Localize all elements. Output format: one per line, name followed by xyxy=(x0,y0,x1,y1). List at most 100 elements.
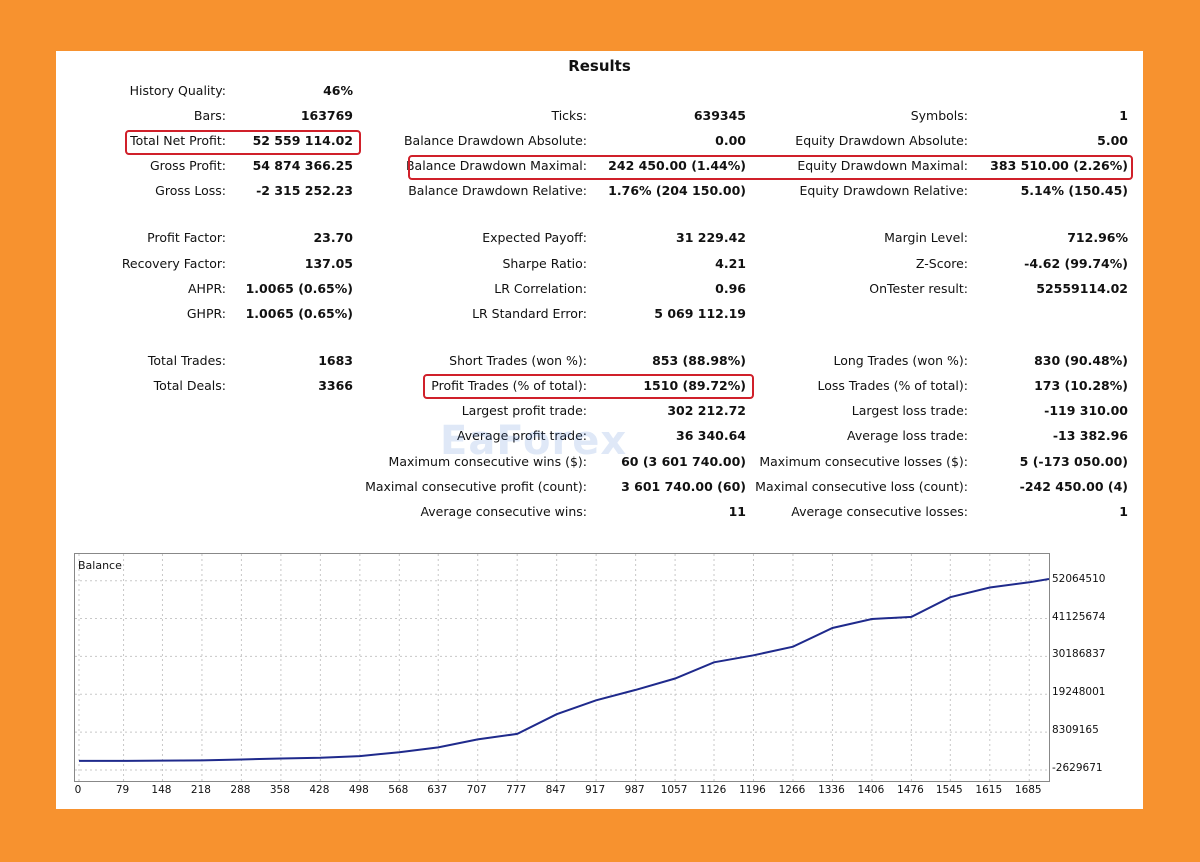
col3-value: 173 (10.28%) xyxy=(1034,378,1128,393)
y-tick-label: 19248001 xyxy=(1052,686,1106,699)
col3-label: Maximum consecutive losses ($): xyxy=(759,454,968,469)
col3-value: 830 (90.48%) xyxy=(1034,353,1128,368)
col1-label: GHPR: xyxy=(186,306,226,321)
col1-value: 1.0065 (0.65%) xyxy=(245,306,353,321)
highlight-total-net-profit xyxy=(125,130,361,155)
col3-label: Largest loss trade: xyxy=(851,403,968,418)
balance-chart-svg xyxy=(75,554,1049,781)
col1-label: Total Trades: xyxy=(147,353,226,368)
chart-title: Balance xyxy=(78,559,122,572)
x-tick-label: 1196 xyxy=(739,784,766,796)
col2-label: LR Correlation: xyxy=(494,281,587,296)
x-tick-label: 1615 xyxy=(975,784,1003,796)
x-tick-label: 987 xyxy=(624,784,645,796)
col3-label: Z-Score: xyxy=(915,256,968,271)
col3-label: Equity Drawdown Absolute: xyxy=(795,133,968,148)
screen: { "report": { "title": "Results", "col1"… xyxy=(0,0,1200,862)
col3-value: -242 450.00 (4) xyxy=(1019,479,1128,494)
col2-value: 4.21 xyxy=(715,256,746,271)
x-tick-label: 917 xyxy=(585,784,606,796)
col1-label: Bars: xyxy=(193,108,226,123)
col2-value: 3 601 740.00 (60) xyxy=(621,479,746,494)
x-tick-label: 1336 xyxy=(818,784,845,796)
col3-label: Loss Trades (% of total): xyxy=(817,378,968,393)
y-tick-label: 8309165 xyxy=(1052,724,1099,737)
col1-label: History Quality: xyxy=(129,83,226,98)
col2-label: Balance Drawdown Absolute: xyxy=(403,133,587,148)
col3-label: Average consecutive losses: xyxy=(791,504,968,519)
x-tick-label: 79 xyxy=(115,784,130,796)
col2-label: Ticks: xyxy=(551,108,587,123)
col1-value: 1683 xyxy=(318,353,353,368)
col2-value: 60 (3 601 740.00) xyxy=(621,454,746,469)
col2-label: Average consecutive wins: xyxy=(420,504,587,519)
balance-series-line xyxy=(79,578,1049,762)
col3-label: Margin Level: xyxy=(884,230,968,245)
col3-label: Long Trades (won %): xyxy=(833,353,968,368)
x-tick-label: 777 xyxy=(506,784,527,796)
x-tick-label: 1406 xyxy=(857,784,885,796)
x-tick-label: 707 xyxy=(466,784,487,796)
col1-label: Gross Loss: xyxy=(155,183,226,198)
col2-label: Balance Drawdown Relative: xyxy=(408,183,587,198)
col3-value: 52559114.02 xyxy=(1036,281,1128,296)
highlight-balance-drawdown-maximal xyxy=(408,155,1133,180)
col3-value: 5 (-173 050.00) xyxy=(1019,454,1128,469)
x-tick-label: 1545 xyxy=(935,784,963,796)
col3-value: -13 382.96 xyxy=(1052,428,1128,443)
x-tick-label: 568 xyxy=(388,784,409,796)
col3-label: Symbols: xyxy=(910,108,968,123)
x-tick-label: 428 xyxy=(309,784,330,796)
col1-value: 46% xyxy=(323,83,353,98)
col2-label: Short Trades (won %): xyxy=(449,353,587,368)
col1-value: 54 874 366.25 xyxy=(252,158,353,173)
x-tick-label: 1126 xyxy=(699,784,727,796)
col3-label: Maximal consecutive loss (count): xyxy=(755,479,968,494)
x-tick-label: 218 xyxy=(190,784,211,796)
col2-label: Largest profit trade: xyxy=(461,403,587,418)
col1-value: -2 315 252.23 xyxy=(256,183,353,198)
col3-value: 1 xyxy=(1119,504,1128,519)
y-tick-label: -2629671 xyxy=(1052,762,1103,774)
col2-label: LR Standard Error: xyxy=(472,306,587,321)
col2-value: 1.76% (204 150.00) xyxy=(608,183,746,198)
y-tick-label: 41125674 xyxy=(1052,610,1106,623)
col2-label: Sharpe Ratio: xyxy=(502,256,587,271)
col1-label: Profit Factor: xyxy=(147,230,226,245)
x-tick-label: 0 xyxy=(74,784,82,796)
highlight-profit-trades xyxy=(423,374,754,399)
col1-value: 1.0065 (0.65%) xyxy=(245,281,353,296)
y-tick-label: 30186837 xyxy=(1052,648,1106,661)
col1-label: Recovery Factor: xyxy=(121,256,226,271)
col2-value: 639345 xyxy=(693,108,746,123)
x-tick-label: 498 xyxy=(348,784,369,796)
results-title: Results xyxy=(568,57,631,75)
x-tick-label: 637 xyxy=(427,784,448,796)
col2-value: 11 xyxy=(728,504,746,519)
col3-label: Equity Drawdown Relative: xyxy=(799,183,968,198)
col1-value: 3366 xyxy=(318,378,353,393)
x-tick-label: 358 xyxy=(269,784,290,796)
col2-value: 0.96 xyxy=(715,281,746,296)
col1-label: Gross Profit: xyxy=(149,158,226,173)
col1-value: 163769 xyxy=(300,108,353,123)
col3-value: -119 310.00 xyxy=(1044,403,1128,418)
col1-value: 137.05 xyxy=(304,256,353,271)
x-tick-label: 148 xyxy=(151,784,172,796)
col3-value: 1 xyxy=(1119,108,1128,123)
col2-value: 36 340.64 xyxy=(676,428,746,443)
col2-value: 5 069 112.19 xyxy=(654,306,746,321)
col3-label: Average loss trade: xyxy=(847,428,968,443)
col3-value: 5.00 xyxy=(1097,133,1128,148)
col2-value: 302 212.72 xyxy=(667,403,746,418)
col1-value: 23.70 xyxy=(313,230,353,245)
x-tick-label: 1476 xyxy=(897,784,924,796)
col2-value: 31 229.42 xyxy=(676,230,746,245)
col2-label: Maximal consecutive profit (count): xyxy=(365,479,587,494)
col3-value: 5.14% (150.45) xyxy=(1020,183,1128,198)
y-tick-label: 52064510 xyxy=(1052,572,1106,585)
col3-value: 712.96% xyxy=(1067,230,1128,245)
x-tick-label: 1057 xyxy=(660,784,688,796)
col3-label: OnTester result: xyxy=(869,281,968,296)
col2-value: 0.00 xyxy=(715,133,746,148)
